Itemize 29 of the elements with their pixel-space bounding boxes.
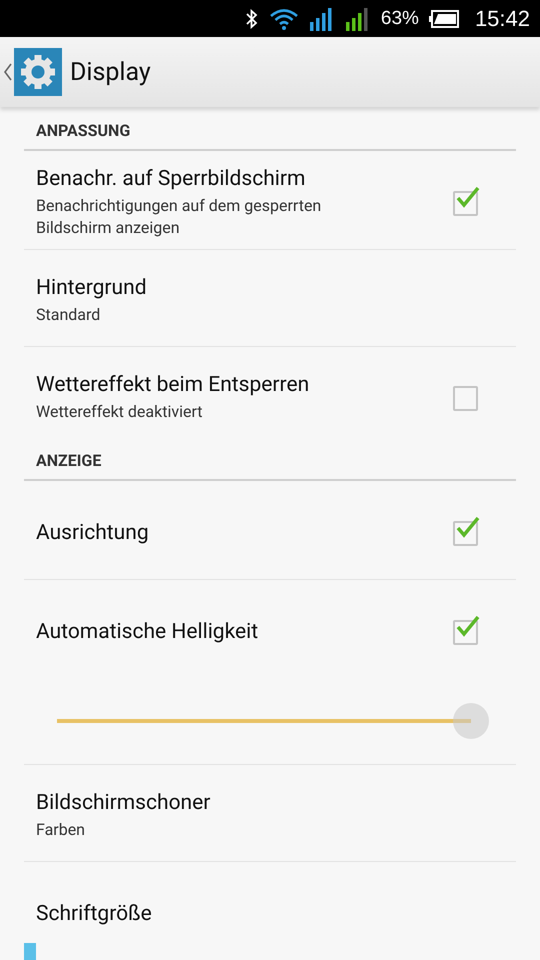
setting-title: Hintergrund — [36, 276, 147, 300]
section-header: ANZEIGE — [24, 443, 516, 481]
setting-row[interactable]: Wettereffekt beim Entsperren Wettereffekt deaktiviert — [24, 347, 516, 443]
screen-title: Display — [70, 58, 151, 86]
clock: 15:42 — [474, 6, 530, 32]
setting-title: Automatische Helligkeit — [36, 620, 258, 644]
setting-title: Bildschirmschoner — [36, 791, 210, 815]
setting-summary: Farben — [36, 819, 86, 841]
setting-summary: Wettereffekt deaktiviert — [36, 401, 204, 423]
setting-row[interactable]: Hintergrund Standard — [24, 250, 516, 347]
checkbox[interactable] — [453, 386, 478, 410]
battery-icon — [428, 10, 459, 28]
battery-percent: 63% — [380, 8, 419, 30]
setting-title: Schriftgröße — [36, 902, 152, 926]
brightness-slider[interactable] — [57, 703, 489, 739]
back-button[interactable] — [4, 48, 62, 96]
setting-title: Benachr. auf Sperrbildschirm — [36, 167, 306, 191]
slider-thumb[interactable] — [453, 703, 489, 739]
setting-title: Wettereffekt beim Entsperren — [36, 373, 310, 397]
section-header: ANPASSUNG — [24, 113, 516, 151]
bluetooth-icon — [244, 8, 259, 28]
setting-summary: Standard — [36, 304, 102, 326]
setting-title: Ausrichtung — [36, 521, 149, 545]
back-icon — [4, 63, 12, 81]
settings-icon — [14, 48, 62, 96]
setting-row[interactable]: Bildschirmschoner Farben — [24, 765, 516, 862]
wifi-icon — [268, 8, 299, 30]
setting-summary: Benachrichtigungen auf dem gesperrten Bildschirm anzeigen — [36, 195, 322, 239]
scroll-marker — [24, 943, 36, 960]
